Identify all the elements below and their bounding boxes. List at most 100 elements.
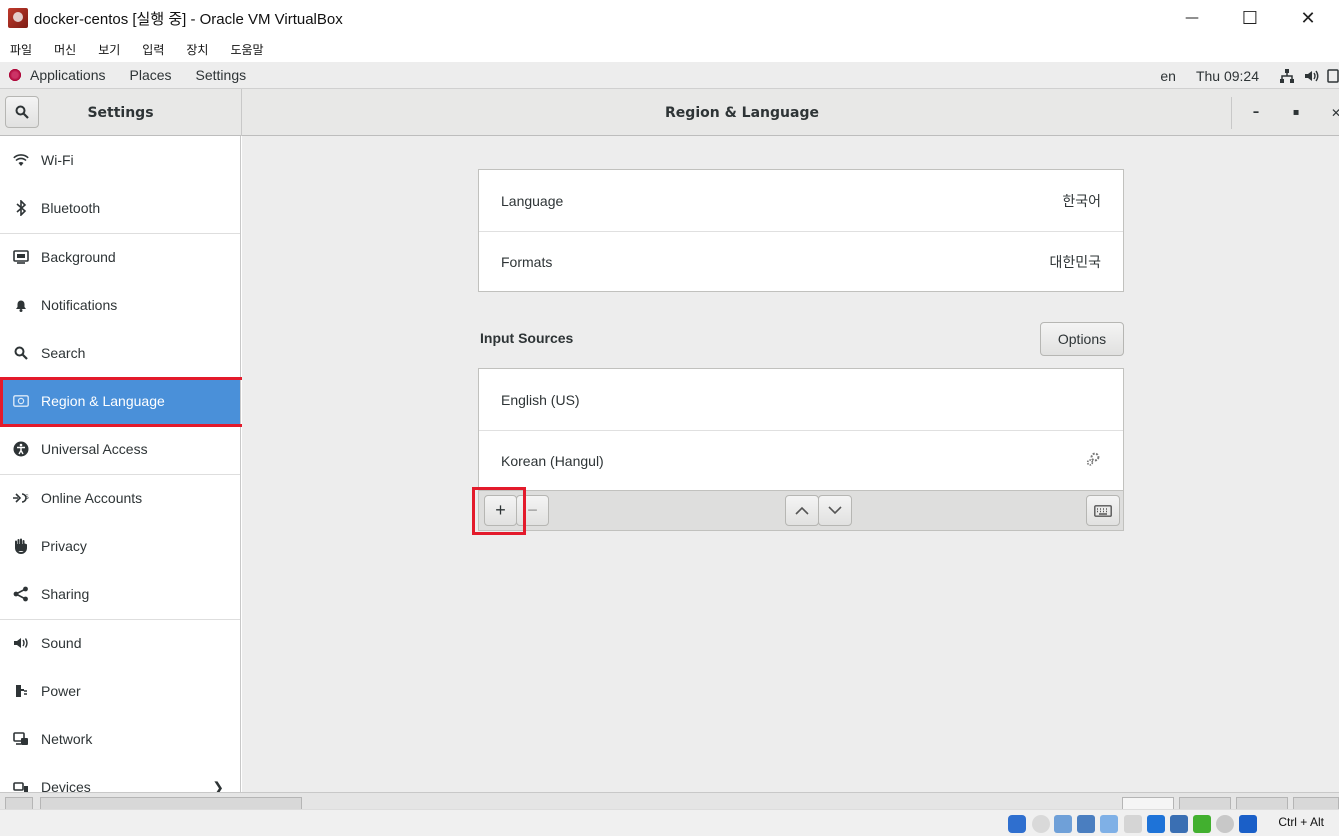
input-source-item[interactable]: English (US): [479, 369, 1123, 430]
sidebar-item-label: Wi-Fi: [41, 152, 74, 168]
language-row[interactable]: Language 한국어: [479, 170, 1123, 231]
sidebar-item-wifi[interactable]: Wi-Fi: [0, 137, 240, 183]
sidebar-item-label: Search: [41, 345, 86, 361]
language-indicator[interactable]: en: [1160, 68, 1176, 84]
sidebar-item-label: Online Accounts: [41, 490, 143, 506]
menu-help[interactable]: 도움말: [230, 41, 263, 58]
input-sources-toolbar: + −: [478, 491, 1124, 531]
wifi-icon: [12, 151, 30, 169]
settings-maximize-button[interactable]: ▪: [1281, 89, 1311, 136]
display-icon[interactable]: [1147, 815, 1165, 833]
gnome-foot-icon: [8, 68, 22, 82]
input-source-label: Korean (Hangul): [501, 452, 604, 469]
sidebar-item-sound[interactable]: Sound: [0, 620, 240, 666]
sidebar-item-bluetooth[interactable]: Bluetooth: [0, 185, 240, 231]
keyboard-capture-icon[interactable]: [1239, 815, 1257, 833]
sidebar-item-power[interactable]: Power: [0, 668, 240, 714]
menu-machine[interactable]: 머신: [54, 41, 76, 58]
highlight-box-add-button: [472, 487, 526, 535]
settings-close-button[interactable]: ✕: [1321, 89, 1339, 136]
search-icon: [15, 105, 29, 119]
gears-icon: [1086, 452, 1100, 466]
applications-menu[interactable]: Applications: [30, 67, 106, 83]
usb-icon[interactable]: [1100, 815, 1118, 833]
host-close-button[interactable]: ✕: [1279, 0, 1337, 36]
network-adapter-icon[interactable]: [1077, 815, 1095, 833]
maximize-icon: ▪: [1292, 107, 1300, 118]
host-minimize-button[interactable]: —: [1163, 0, 1221, 36]
sidebar-item-search[interactable]: Search: [0, 330, 240, 376]
menu-view[interactable]: 보기: [98, 41, 120, 58]
chevron-up-icon: [795, 506, 809, 515]
sidebar-item-network[interactable]: Network: [0, 716, 240, 762]
virtualbox-status-bar: Ctrl + Alt: [0, 809, 1339, 836]
optical-drive-icon[interactable]: [1032, 815, 1050, 833]
sidebar-item-label: Notifications: [41, 297, 118, 313]
input-sources-list: English (US) Korean (Hangul): [478, 368, 1124, 491]
bluetooth-icon: [12, 199, 30, 217]
sidebar-item-privacy[interactable]: Privacy: [0, 523, 240, 569]
host-maximize-button[interactable]: ☐: [1221, 0, 1279, 36]
settings-menu[interactable]: Settings: [196, 67, 247, 83]
region-language-panel: Language 한국어 Formats 대한민국 Input Sources …: [242, 136, 1339, 792]
network-wired-icon[interactable]: [1279, 68, 1295, 84]
move-down-button[interactable]: [818, 495, 852, 526]
settings-sidebar: Wi-Fi Bluetooth Background Notifications…: [0, 136, 241, 792]
language-formats-card: Language 한국어 Formats 대한민국: [478, 169, 1124, 292]
menu-file[interactable]: 파일: [10, 41, 32, 58]
sidebar-item-online-accounts[interactable]: S Online Accounts: [0, 475, 240, 521]
shared-folder-icon[interactable]: [1124, 815, 1142, 833]
settings-header-bar: Settings Region & Language – ▪ ✕: [0, 89, 1339, 136]
sidebar-item-label: Background: [41, 249, 116, 265]
search-icon: [12, 344, 30, 362]
sidebar-item-notifications[interactable]: Notifications: [0, 282, 240, 328]
clock[interactable]: Thu 09:24: [1196, 68, 1259, 84]
input-source-item[interactable]: Korean (Hangul): [479, 430, 1123, 491]
minimize-icon: –: [1252, 105, 1260, 120]
audio-icon[interactable]: [1054, 815, 1072, 833]
language-label: Language: [501, 192, 564, 209]
input-sources-title: Input Sources: [480, 330, 574, 346]
options-button[interactable]: Options: [1040, 322, 1124, 356]
input-source-label: English (US): [501, 391, 580, 408]
online-accounts-icon: S: [12, 489, 30, 507]
host-menubar: 파일 머신 보기 입력 장치 도움말: [0, 36, 1339, 62]
background-icon: [12, 248, 30, 266]
menu-devices[interactable]: 장치: [186, 41, 208, 58]
sidebar-item-label: Sound: [41, 635, 82, 651]
sidebar-item-label: Devices: [41, 779, 91, 792]
hard-disk-icon[interactable]: [1008, 815, 1026, 833]
sidebar-item-background[interactable]: Background: [0, 234, 240, 280]
bell-icon: [12, 296, 30, 314]
settings-minimize-button[interactable]: –: [1241, 89, 1271, 136]
guest-taskbar: [0, 792, 1339, 810]
menu-input[interactable]: 입력: [142, 41, 164, 58]
places-menu[interactable]: Places: [130, 67, 172, 83]
move-up-button[interactable]: [785, 495, 819, 526]
chevron-right-icon: ❯: [212, 778, 224, 793]
power-icon: [12, 682, 30, 700]
formats-row[interactable]: Formats 대한민국: [479, 231, 1123, 292]
power-menu-icon[interactable]: [1327, 68, 1339, 84]
video-capture-icon[interactable]: [1170, 815, 1188, 833]
host-window-title: docker-centos [실행 중] - Oracle VM Virtual…: [34, 10, 343, 28]
sidebar-item-label: Privacy: [41, 538, 87, 554]
language-value: 한국어: [1062, 192, 1101, 209]
sidebar-item-devices[interactable]: Devices ❯: [0, 764, 240, 792]
volume-icon[interactable]: [1303, 68, 1319, 84]
sidebar-item-label: Sharing: [41, 586, 90, 602]
keyboard-layout-button[interactable]: [1086, 495, 1120, 526]
page-title: Region & Language: [665, 104, 819, 121]
mouse-integration-icon[interactable]: [1216, 815, 1234, 833]
gnome-top-bar: Applications Places Settings en Thu 09:2…: [0, 62, 1339, 89]
cpu-icon[interactable]: [1193, 815, 1211, 833]
keyboard-icon: [1094, 504, 1112, 517]
maximize-icon: ☐: [1241, 7, 1259, 29]
sidebar-item-sharing[interactable]: Sharing: [0, 571, 240, 617]
search-button[interactable]: [5, 96, 39, 128]
devices-icon: [12, 778, 30, 792]
sidebar-item-universal-access[interactable]: Universal Access: [0, 426, 240, 472]
input-source-settings-button[interactable]: [1085, 451, 1101, 470]
sidebar-item-label: Bluetooth: [41, 200, 101, 216]
sidebar-item-label: Power: [41, 683, 81, 699]
